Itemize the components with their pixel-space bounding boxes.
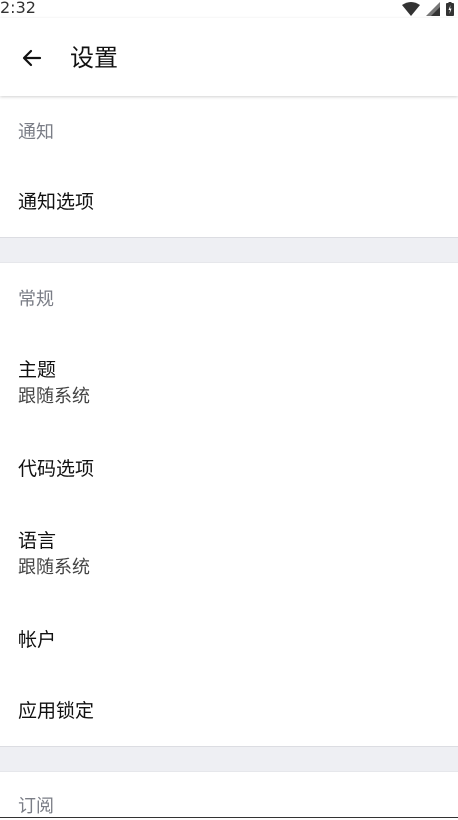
app-bar: 设置 [0,18,458,96]
section-subscription: 订阅 [0,772,458,818]
wifi-icon [402,2,420,16]
cellular-signal-icon [426,2,440,16]
setting-title: 主题 [18,359,57,381]
setting-account[interactable]: 帐户 [0,604,458,675]
setting-code-options[interactable]: 代码选项 [0,433,458,504]
setting-value: 跟随系统 [18,386,90,407]
section-header-general: 常规 [18,289,54,310]
setting-notification-options[interactable]: 通知选项 [0,166,458,237]
setting-title: 应用锁定 [18,699,95,722]
setting-app-lock[interactable]: 应用锁定 [0,675,458,746]
setting-value: 跟随系统 [18,557,90,578]
battery-icon [446,2,454,16]
setting-theme[interactable]: 主题 跟随系统 [0,333,458,433]
status-bar: 2:32 [0,0,458,18]
page-title: 设置 [70,44,118,72]
back-button[interactable] [14,40,50,76]
section-general: 常规 主题 跟随系统 代码选项 语言 跟随系统 帐户 应用锁定 [0,263,458,746]
section-notifications: 通知 通知选项 [0,96,458,237]
setting-title: 语言 [18,530,57,552]
section-header-subscription: 订阅 [18,796,54,817]
setting-title: 通知选项 [18,190,95,213]
arrow-left-icon [22,49,42,67]
status-icons [402,0,454,18]
bottom-edge [0,817,458,818]
status-time: 2:32 [0,0,36,17]
setting-language[interactable]: 语言 跟随系统 [0,504,458,604]
setting-title: 帐户 [18,628,57,651]
section-header-notifications: 通知 [18,122,54,143]
settings-list: 通知 通知选项 常规 主题 跟随系统 代码选项 语言 跟随系统 帐户 应用锁定 … [0,96,458,818]
section-divider [0,746,458,772]
setting-title: 代码选项 [18,457,95,480]
section-divider [0,237,458,263]
